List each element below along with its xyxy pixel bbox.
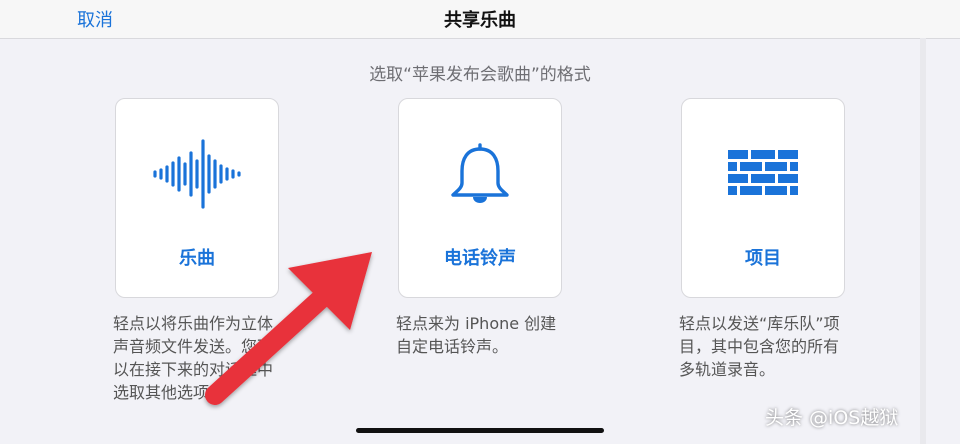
waveform-icon [116, 139, 278, 209]
project-option-description: 轻点以发送“库乐队”项目，其中包含您的所有多轨道录音。 [679, 314, 840, 379]
watermark: 头条 @iOS越狱 [765, 407, 899, 429]
project-option-label: 项目 [745, 248, 781, 269]
bell-icon [399, 139, 561, 209]
song-option-description: 轻点以将乐曲作为立体声音频文件发送。您可以在接下来的对话框中选取其他选项。 [113, 314, 274, 402]
song-option-label: 乐曲 [179, 248, 215, 269]
scrollbar[interactable] [920, 38, 926, 444]
format-prompt: 选取“苹果发布会歌曲”的格式 [369, 65, 591, 85]
home-indicator[interactable] [356, 428, 604, 433]
project-option-card[interactable]: 项目 [681, 98, 845, 298]
ringtone-option-card[interactable]: 电话铃声 [398, 98, 562, 298]
page-title: 共享乐曲 [444, 10, 516, 31]
ringtone-option-description: 轻点来为 iPhone 创建自定电话铃声。 [396, 314, 557, 356]
song-option-card[interactable]: 乐曲 [115, 98, 279, 298]
navigation-bar: 取消 共享乐曲 [0, 0, 960, 39]
bricks-icon [682, 139, 844, 209]
ringtone-option-label: 电话铃声 [444, 248, 516, 269]
